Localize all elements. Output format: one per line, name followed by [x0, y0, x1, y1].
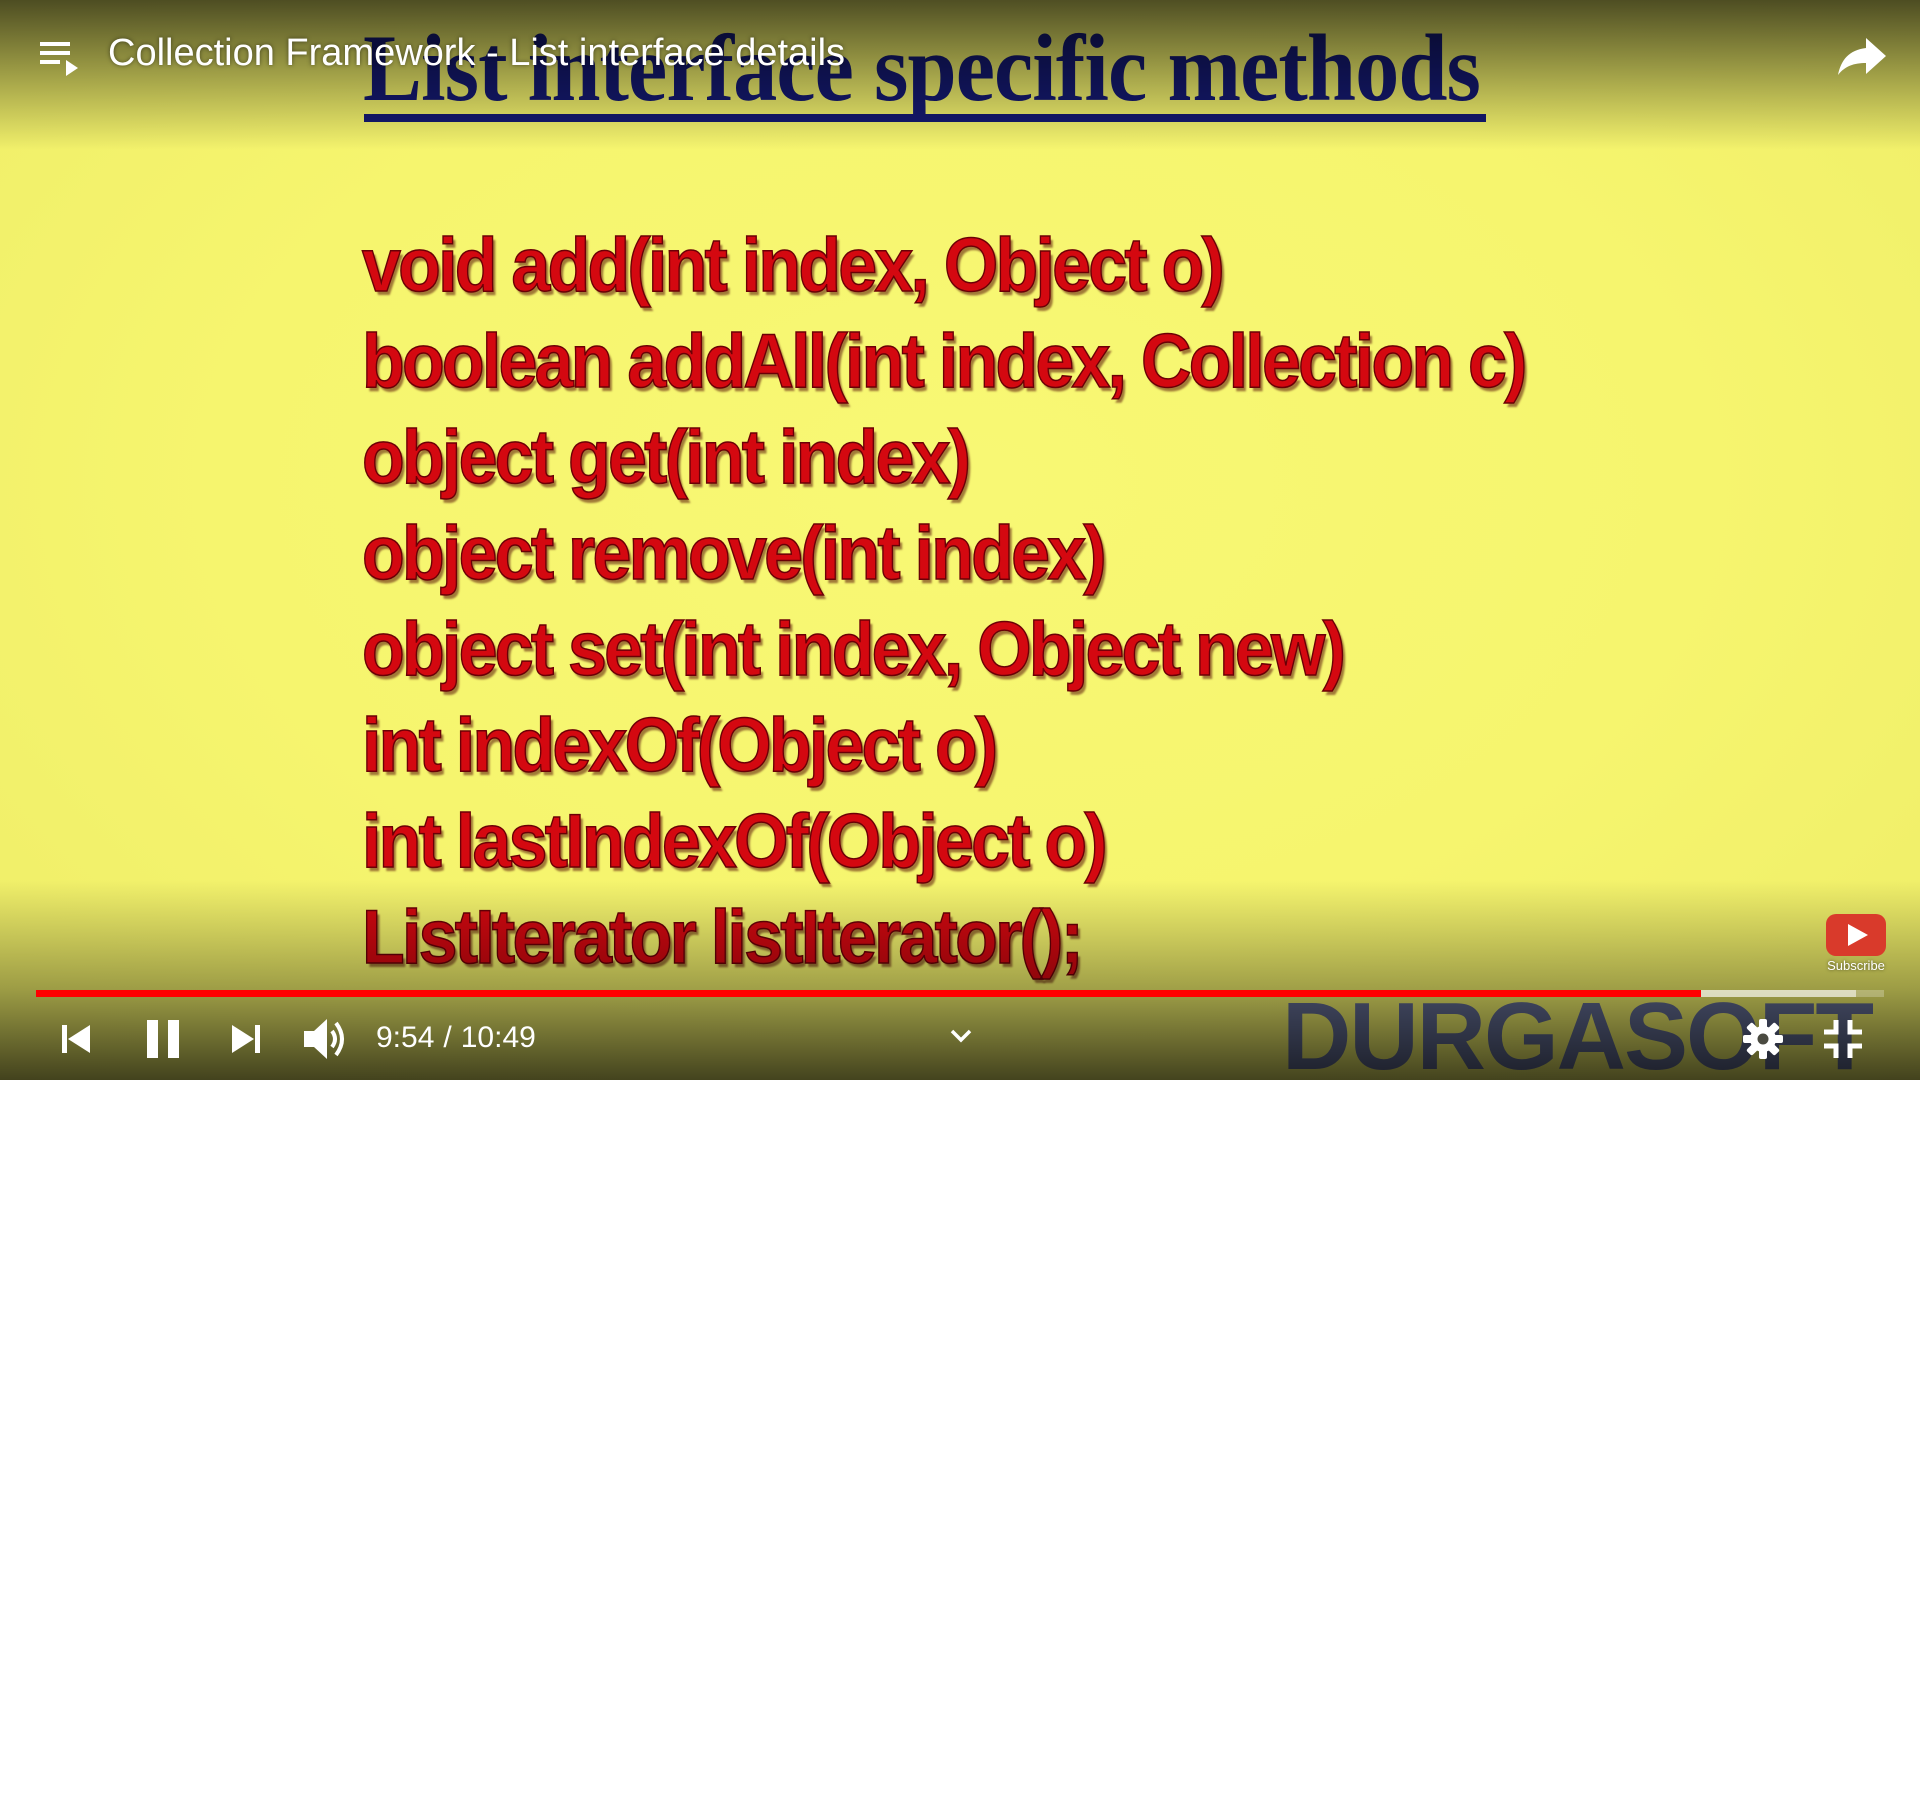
- next-button[interactable]: [226, 1018, 266, 1060]
- volume-icon: [304, 1019, 344, 1059]
- progress-bar[interactable]: [36, 990, 1884, 997]
- method-item: boolean addAll(int index, Collection c): [361, 318, 1528, 405]
- pause-button[interactable]: [142, 1016, 184, 1062]
- subscribe-label: Subscribe: [1827, 958, 1885, 973]
- method-item: int indexOf(Object o): [361, 702, 999, 789]
- subscribe-icon: [1826, 914, 1886, 956]
- share-icon: [1838, 38, 1886, 75]
- next-icon: [232, 1025, 260, 1053]
- playlist-button[interactable]: [36, 34, 86, 84]
- previous-button[interactable]: [56, 1018, 96, 1060]
- slide-heading-underline: [364, 114, 1486, 122]
- playlist-icon: [40, 42, 78, 76]
- current-time: 9:54: [376, 1021, 435, 1054]
- time-display: 9:54/10:49: [376, 1018, 536, 1058]
- chapters-toggle-button[interactable]: [946, 1024, 976, 1048]
- method-item: int lastIndexOf(Object o): [361, 798, 1108, 885]
- exit-fullscreen-icon: [1824, 1020, 1862, 1058]
- pause-icon: [147, 1020, 179, 1058]
- video-title[interactable]: Collection Framework - List interface de…: [108, 30, 845, 76]
- subscribe-button[interactable]: Subscribe: [1822, 912, 1890, 978]
- video-player[interactable]: List interface specific methods void add…: [0, 0, 1920, 1080]
- exit-fullscreen-button[interactable]: [1820, 1016, 1866, 1062]
- progress-played: [36, 990, 1701, 997]
- chevron-down-icon: [950, 1029, 972, 1043]
- method-item: object remove(int index): [361, 510, 1107, 597]
- time-separator: /: [443, 1021, 452, 1054]
- gear-icon: [1743, 1019, 1783, 1059]
- duration: 10:49: [460, 1021, 536, 1054]
- settings-button[interactable]: [1740, 1016, 1786, 1062]
- method-item: object set(int index, Object new): [361, 606, 1346, 693]
- method-item: ListIterator listIterator();: [361, 894, 1084, 981]
- previous-icon: [62, 1025, 90, 1053]
- video-frame: List interface specific methods void add…: [0, 0, 1920, 1080]
- volume-button[interactable]: [300, 1014, 352, 1064]
- method-item: void add(int index, Object o): [361, 222, 1225, 309]
- method-item: object get(int index): [361, 414, 971, 501]
- share-button[interactable]: [1834, 28, 1890, 84]
- method-list: void add(int index, Object o) boolean ad…: [361, 218, 1626, 986]
